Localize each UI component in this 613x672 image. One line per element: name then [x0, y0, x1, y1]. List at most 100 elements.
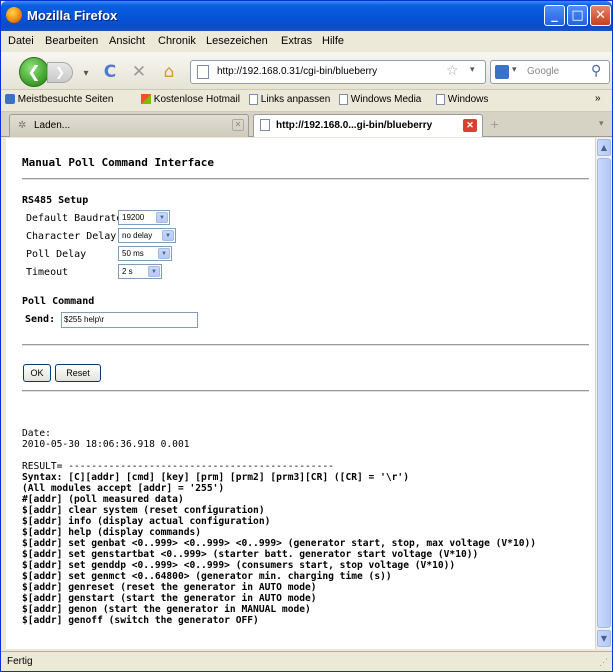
home-icon[interactable]: ⌂ [158, 61, 180, 83]
result-separator: RESULT= --------------------------------… [22, 461, 334, 472]
tab-list-icon[interactable]: ▾ [599, 119, 604, 129]
bookmark-links-anpassen[interactable]: Links anpassen [249, 94, 330, 105]
stop-icon[interactable]: ✕ [128, 61, 150, 83]
reload-icon[interactable]: C [99, 61, 121, 83]
menu-bearbeiten[interactable]: Bearbeiten [45, 35, 98, 47]
scroll-down-icon[interactable]: ▼ [597, 630, 611, 647]
menu-hilfe[interactable]: Hilfe [322, 35, 344, 47]
url-dropdown-icon[interactable]: ▾ [470, 65, 475, 75]
divider [22, 178, 589, 180]
status-bar: Fertig ⋰ [1, 651, 612, 671]
firefox-logo-icon [6, 7, 22, 23]
loading-spinner-icon: ✲ [18, 120, 27, 131]
result-line: #[addr] (poll measured data) [22, 494, 184, 505]
menu-lesezeichen[interactable]: Lesezeichen [206, 35, 268, 47]
select-value: 2 s [122, 267, 133, 276]
bookmark-hotmail[interactable]: Kostenlose Hotmail [141, 94, 240, 105]
send-input[interactable]: $255 help\r [61, 312, 198, 328]
char-delay-label: Character Delay [26, 231, 117, 242]
bookmark-windows-media[interactable]: Windows Media [339, 94, 421, 105]
address-bar[interactable]: http://192.168.0.31/cgi-bin/blueberry ☆ … [190, 60, 486, 84]
back-button[interactable]: ❮ [19, 57, 49, 87]
result-line: $[addr] genreset (reset the generator in… [22, 582, 317, 593]
char-delay-select[interactable]: no delay ▼ [118, 228, 176, 243]
result-line: $[addr] set genbat <0..999> <0..999> <0.… [22, 538, 537, 549]
scrollbar-thumb[interactable] [597, 158, 611, 628]
engine-dropdown-icon[interactable]: ▾ [512, 65, 517, 75]
send-label: Send: [25, 314, 56, 325]
menu-ansicht[interactable]: Ansicht [109, 35, 145, 47]
tab-loading[interactable]: ✲ Laden... ✕ [9, 114, 249, 137]
close-button[interactable]: ✕ [590, 5, 611, 26]
result-line: $[addr] clear system (reset configuratio… [22, 505, 265, 516]
bookmark-label: Meistbesuchte Seiten [17, 94, 114, 105]
history-dropdown-icon[interactable]: ▾ [75, 63, 97, 85]
page-icon [260, 119, 270, 131]
select-value: no delay [122, 231, 153, 240]
page-icon [436, 94, 445, 105]
maximize-button[interactable]: □ [567, 5, 588, 26]
bookmark-icon [5, 94, 15, 105]
url-text: http://192.168.0.31/cgi-bin/blueberry [217, 66, 378, 77]
command-output: Date: 2010-05-30 18:06:36.918 0.001 RESU… [22, 428, 536, 626]
tab-label: Laden... [34, 120, 71, 131]
baudrate-label: Default Baudrate [26, 213, 123, 224]
chevron-down-icon: ▼ [162, 230, 174, 241]
chevron-down-icon: ▼ [158, 248, 170, 259]
browser-window: Mozilla Firefox _ □ ✕ Datei Bearbeiten A… [0, 0, 613, 672]
result-line: $[addr] info (display actual configurati… [22, 516, 271, 527]
result-line: $[addr] set genstartbat <0..999> (starte… [22, 549, 479, 560]
resize-grip-icon[interactable]: ⋰ [599, 657, 608, 668]
date-value: 2010-05-30 18:06:36.918 0.001 [22, 439, 190, 450]
select-value: 19200 [122, 213, 145, 222]
minimize-button[interactable]: _ [544, 5, 565, 26]
result-line: $[addr] genon (start the generator in MA… [22, 604, 311, 615]
divider [22, 344, 589, 346]
menu-datei[interactable]: Datei [8, 35, 34, 47]
bookmark-label: Windows Media [350, 94, 422, 106]
result-line: $[addr] set genmct <0..64800> (generator… [22, 571, 392, 582]
tab-close-icon[interactable]: ✕ [232, 119, 244, 131]
bookmarks-overflow-icon[interactable]: » [595, 93, 601, 104]
forward-button[interactable]: ❯ [47, 62, 73, 83]
new-tab-icon[interactable]: + [490, 118, 499, 131]
baudrate-select[interactable]: 19200 ▼ [118, 210, 170, 225]
result-line: $[addr] genoff (switch the generator OFF… [22, 615, 259, 626]
result-line: Syntax: [C][addr] [cmd] [key] [prm] [prm… [22, 472, 409, 483]
poll-delay-label: Poll Delay [26, 249, 87, 260]
timeout-select[interactable]: 2 s ▼ [118, 264, 162, 279]
search-box[interactable]: ▾ Google ⚲ [490, 60, 610, 84]
ok-button[interactable]: OK [23, 364, 51, 382]
bookmark-windows[interactable]: Windows [436, 94, 488, 105]
chevron-down-icon: ▼ [148, 266, 160, 277]
reset-button[interactable]: Reset [55, 364, 101, 382]
page-icon [339, 94, 348, 105]
bookmarks-toolbar: Meistbesuchte Seiten Kostenlose Hotmail … [1, 90, 612, 112]
menu-extras[interactable]: Extras [281, 35, 312, 47]
date-label: Date: [22, 428, 51, 439]
title-bar[interactable]: Mozilla Firefox _ □ ✕ [1, 1, 612, 31]
page-content: Manual Poll Command Interface RS485 Setu… [6, 138, 595, 649]
search-placeholder: Google [527, 66, 560, 77]
bookmark-label: Links anpassen [260, 94, 331, 106]
msn-icon [141, 94, 151, 105]
search-icon[interactable]: ⚲ [591, 63, 601, 79]
poll-command-heading: Poll Command [22, 296, 95, 307]
poll-delay-select[interactable]: 50 ms ▼ [118, 246, 172, 261]
menu-bar: Datei Bearbeiten Ansicht Chronik Lesezei… [1, 31, 612, 52]
result-line: $[addr] set genddp <0..999> <0..999> (co… [22, 560, 456, 571]
rs485-heading: RS485 Setup [22, 195, 89, 206]
tab-close-icon[interactable]: ✕ [463, 119, 477, 132]
send-input-value: $255 help\r [64, 315, 105, 324]
page-icon [249, 94, 258, 105]
scroll-up-icon[interactable]: ▲ [597, 139, 611, 156]
menu-chronik[interactable]: Chronik [158, 35, 196, 47]
bookmark-meistbesuchte[interactable]: Meistbesuchte Seiten [5, 94, 113, 105]
page-title: Manual Poll Command Interface [22, 156, 215, 169]
vertical-scrollbar[interactable]: ▲ ▼ [595, 138, 612, 649]
bookmark-star-icon[interactable]: ☆ [446, 63, 459, 79]
bookmark-label: Kostenlose Hotmail [153, 94, 240, 105]
search-engine-icon[interactable] [495, 65, 509, 79]
tab-blueberry[interactable]: http://192.168.0...gi-bin/blueberry ✕ [253, 114, 483, 137]
tab-bar: ✲ Laden... ✕ http://192.168.0...gi-bin/b… [1, 112, 612, 137]
